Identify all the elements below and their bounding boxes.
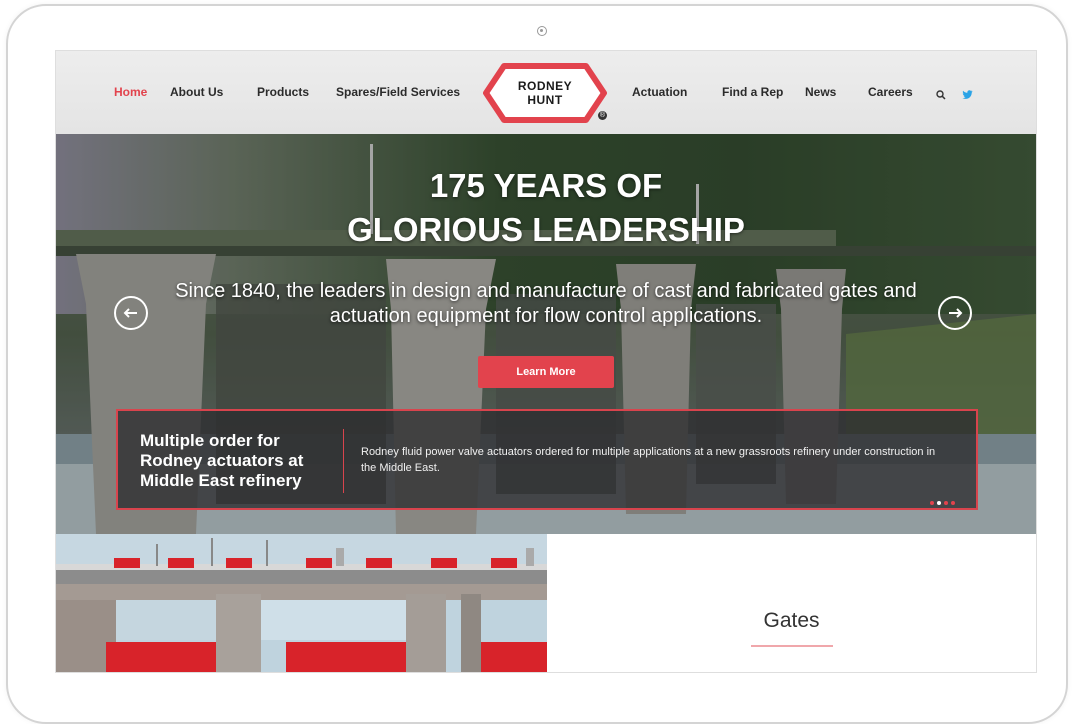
nav-find-a-rep[interactable]: Find a Rep [722,85,783,99]
gates-dam-image[interactable] [56,534,547,672]
nav-about-us[interactable]: About Us [170,85,223,99]
nav-actuation[interactable]: Actuation [632,85,687,99]
dam-gate-illustration [56,534,547,672]
news-feature-box[interactable]: Multiple order for Rodney actuators at M… [116,409,978,510]
hero-title-line-1: 175 YEARS OF [429,167,663,204]
carousel-dot-active[interactable] [937,501,941,505]
hero-carousel: 175 YEARS OF GLORIOUS LEADERSHIP Since 1… [56,134,1036,534]
nav-careers[interactable]: Careers [868,85,913,99]
logo-line-1: RODNEY [517,79,573,93]
gates-title[interactable]: Gates [547,609,1036,633]
hero-title-line-2: GLORIOUS LEADERSHIP [347,211,745,248]
nav-news[interactable]: News [805,85,836,99]
arrow-right-icon[interactable] [938,296,972,330]
hero-subtitle: Since 1840, the leaders in design and ma… [175,280,917,327]
news-divider [343,429,344,493]
gates-section: Gates [547,534,1036,672]
website-screen: Home About Us Products Spares/Field Serv… [55,50,1037,673]
carousel-dot[interactable] [951,501,955,505]
learn-more-button[interactable]: Learn More [478,356,614,388]
camera-icon [537,26,547,36]
news-text: Rodney fluid power valve actuators order… [361,446,936,474]
arrow-left-icon[interactable] [114,296,148,330]
logo-line-2: HUNT [527,93,563,107]
nav-products[interactable]: Products [257,85,309,99]
carousel-dot[interactable] [930,501,934,505]
carousel-dot[interactable] [944,501,948,505]
hero-title: 175 YEARS OF GLORIOUS LEADERSHIP [56,164,1036,252]
news-title[interactable]: Multiple order for Rodney actuators at M… [140,431,330,491]
top-navigation: Home About Us Products Spares/Field Serv… [56,51,1036,134]
nav-home[interactable]: Home [114,85,147,99]
gates-underline [751,645,833,647]
carousel-dots [930,492,958,510]
rodney-hunt-logo[interactable]: RODNEY HUNT [482,63,608,123]
nav-spares-field-services[interactable]: Spares/Field Services [336,85,460,99]
search-icon[interactable] [936,87,946,105]
twitter-icon[interactable] [962,87,973,105]
registered-mark: ® [598,111,607,120]
